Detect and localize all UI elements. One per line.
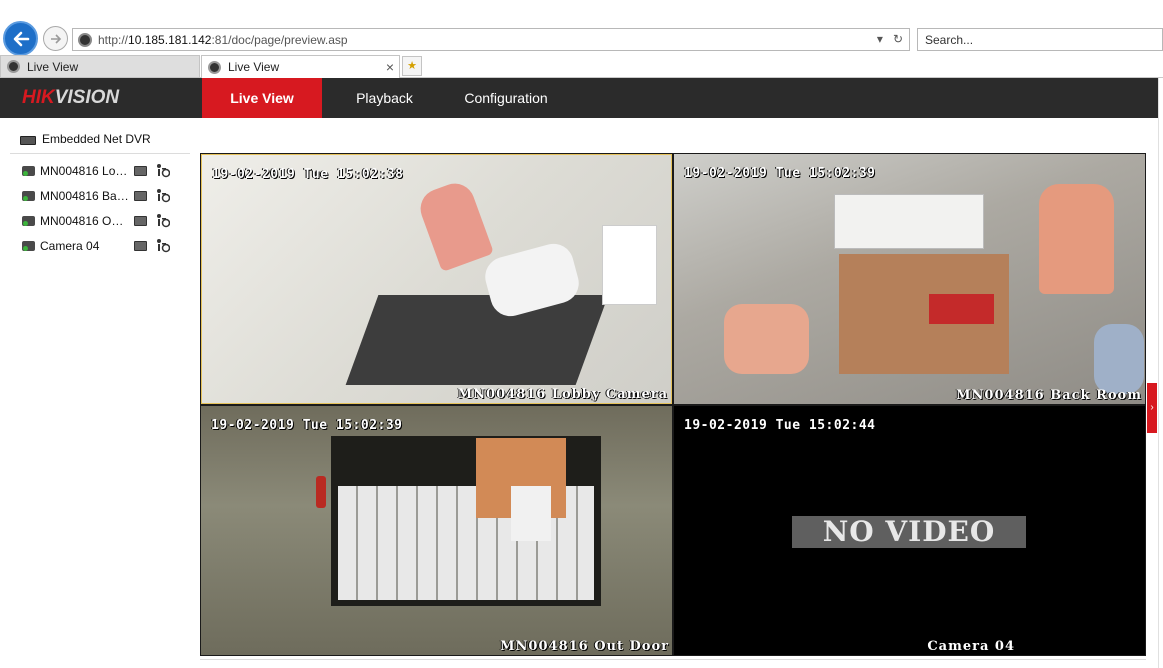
scene-fire-extinguisher [316,476,326,508]
camera-icon [22,166,35,176]
camera-item-1[interactable]: MN004816 Lobby Camera [10,160,190,182]
camera-item-3[interactable]: MN004816 Out Door [10,210,190,232]
camera-item-4[interactable]: Camera 04 [10,235,190,257]
browser-search-input[interactable]: Search... [917,28,1163,51]
browser-toolbar: http://10.185.181.142:81/doc/page/previe… [0,0,1163,56]
scene-person [1039,184,1114,294]
menu-configuration[interactable]: Configuration [450,78,562,118]
video-pane-3[interactable]: 19-02-2019 Tue 15:02:39 MN004816 Out Doo… [201,406,672,655]
osd-timestamp: 19-02-2019 Tue 15:02:39 [684,166,876,181]
device-label: Embedded Net DVR [42,132,151,146]
camera-label: MN004816 Out Door [40,214,130,228]
video-pane-2[interactable]: 19-02-2019 Tue 15:02:39 MN004816 Back Ro… [674,154,1145,404]
camera-sidebar: Embedded Net DVR MN004816 Lobby Camera M… [10,118,190,668]
tab-label: Live View [228,60,280,74]
scene-sign [511,486,551,541]
address-bar[interactable]: http://10.185.181.142:81/doc/page/previe… [72,28,910,51]
app-header: HIKVISION Live View Playback Configurati… [0,78,1163,118]
refresh-icon[interactable]: ↻ [893,32,903,46]
tab-live-view-1[interactable]: Live View [0,55,200,78]
tab-bar: Live View Live View × ★ [0,55,1163,78]
record-icon[interactable] [134,241,147,251]
new-tab-icon: ★ [407,60,417,72]
new-tab-button[interactable]: ★ [402,56,422,76]
ptz-control-icon[interactable] [155,163,171,179]
ptz-control-icon[interactable] [155,238,171,254]
site-favicon-icon [7,60,20,73]
scene-person [414,178,495,272]
camera-label: MN004816 Lobby Camera [40,164,130,178]
osd-camera-name: MN004816 Out Door [500,639,669,654]
osd-camera-name: Camera 04 [927,639,1015,654]
device-node[interactable]: Embedded Net DVR [10,132,190,154]
record-icon[interactable] [134,216,147,226]
collapse-panel-button[interactable]: › [1147,383,1157,433]
back-button[interactable] [3,21,38,56]
scrollbar[interactable] [1158,78,1163,668]
video-pane-4[interactable]: NO VIDEO 19-02-2019 Tue 15:02:44 Camera … [674,406,1145,655]
camera-icon [22,191,35,201]
osd-timestamp: 19-02-2019 Tue 15:02:39 [211,418,403,433]
camera-icon [22,241,35,251]
no-video-label: NO VIDEO [792,516,1026,548]
chevron-right-icon: › [1150,402,1154,413]
record-icon[interactable] [134,191,147,201]
address-url: http://10.185.181.142:81/doc/page/previe… [98,32,348,47]
arrow-left-icon [13,31,29,46]
menu-playback[interactable]: Playback [337,78,432,118]
video-pane-1[interactable]: 19-02-2019 Tue 15:02:38 MN004816 Lobby C… [201,154,672,404]
scene-ac-unit [834,194,984,249]
site-favicon-icon [78,32,92,47]
osd-timestamp: 19-02-2019 Tue 15:02:38 [212,167,404,182]
arrow-right-icon [50,33,61,44]
camera-icon [22,216,35,226]
scene-counter [602,225,657,305]
dropdown-icon[interactable]: ▾ [877,32,883,46]
scene-person [724,304,809,374]
forward-button[interactable] [43,26,68,51]
scene-box-label [929,294,994,324]
ptz-control-icon[interactable] [155,213,171,229]
ptz-control-icon[interactable] [155,188,171,204]
close-icon[interactable]: × [386,59,394,75]
dvr-icon [20,136,36,145]
menu-live-view[interactable]: Live View [202,78,322,118]
camera-item-2[interactable]: MN004816 Back Room [10,185,190,207]
site-favicon-icon [208,60,221,74]
osd-timestamp: 19-02-2019 Tue 15:02:44 [684,418,876,433]
video-grid: 19-02-2019 Tue 15:02:38 MN004816 Lobby C… [200,153,1146,656]
scene-person [1094,324,1144,394]
camera-label: Camera 04 [40,239,100,253]
osd-camera-name: MN004816 Back Room [956,388,1142,403]
divider [200,659,1146,660]
tab-live-view-2[interactable]: Live View × [201,55,400,78]
scene-mat [345,295,609,385]
osd-camera-name: MN004816 Lobby Camera [457,387,668,402]
camera-label: MN004816 Back Room [40,189,130,203]
record-icon[interactable] [134,166,147,176]
tab-label: Live View [27,59,79,74]
hikvision-logo: HIKVISION [22,87,120,108]
